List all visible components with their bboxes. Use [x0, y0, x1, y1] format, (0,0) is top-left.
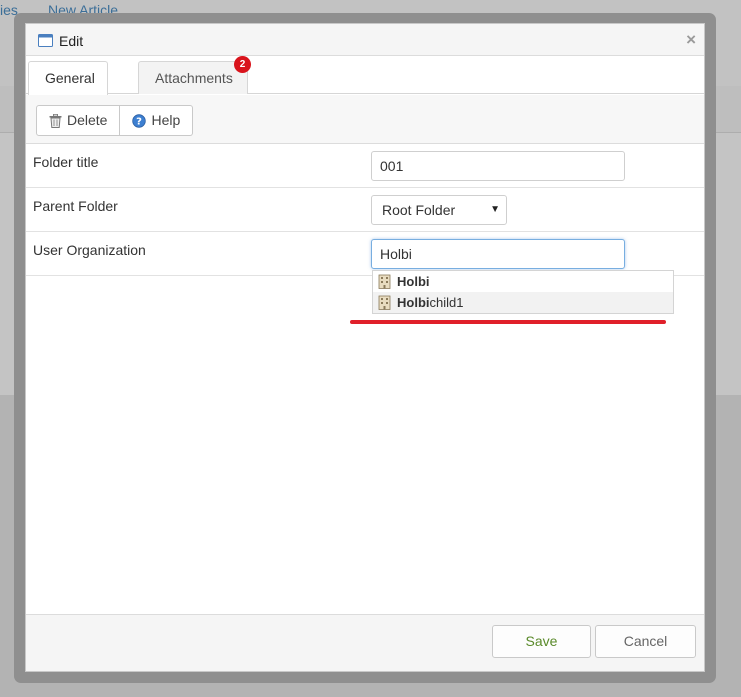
edit-dialog: Edit × General Attachments 2 Delete ? He… — [25, 23, 705, 672]
delete-button[interactable]: Delete — [36, 105, 121, 136]
user-organization-label: User Organization — [33, 242, 146, 258]
folder-title-input[interactable]: 001 — [371, 151, 625, 181]
building-icon — [378, 274, 391, 289]
window-icon — [38, 34, 53, 47]
svg-text:?: ? — [137, 116, 143, 127]
annotation-underline — [350, 320, 666, 324]
tab-general[interactable]: General — [28, 61, 108, 95]
autocomplete-option-match: Holbi — [397, 274, 430, 289]
close-icon[interactable]: × — [686, 30, 696, 50]
help-button-label: Help — [151, 112, 181, 128]
autocomplete-option[interactable]: Holbi — [373, 271, 673, 292]
building-icon — [378, 295, 391, 310]
trash-icon — [49, 113, 62, 128]
autocomplete-dropdown: Holbi Holbi child1 — [372, 270, 674, 314]
user-organization-input[interactable]: Holbi — [371, 239, 625, 269]
toolbar-button-group: Delete ? Help — [36, 105, 194, 136]
parent-folder-selected-value: Root Folder — [382, 202, 456, 218]
cancel-button[interactable]: Cancel — [595, 625, 696, 658]
dialog-footer: Save Cancel — [26, 614, 704, 671]
tab-attachments-label: Attachments — [155, 70, 233, 86]
help-icon: ? — [132, 113, 147, 128]
dialog-title: Edit — [59, 33, 84, 49]
dialog-titlebar: Edit × — [26, 24, 704, 56]
tab-attachments[interactable]: Attachments 2 — [138, 56, 251, 94]
folder-title-row: Folder title 001 — [26, 144, 704, 188]
dialog-toolbar: Delete ? Help — [26, 95, 704, 144]
attachments-count-badge: 2 — [234, 56, 251, 73]
delete-button-label: Delete — [67, 112, 108, 128]
caret-down-icon: ▼ — [490, 204, 500, 215]
folder-title-label: Folder title — [33, 154, 99, 170]
autocomplete-option-rest: child1 — [429, 295, 464, 310]
autocomplete-option[interactable]: Holbi child1 — [373, 292, 673, 313]
tab-general-label: General — [45, 70, 95, 86]
parent-folder-row: Parent Folder Root Folder ▼ — [26, 188, 704, 232]
help-button[interactable]: ? Help — [120, 105, 194, 136]
save-button[interactable]: Save — [492, 625, 591, 658]
parent-folder-label: Parent Folder — [33, 198, 118, 214]
tab-strip: General Attachments 2 — [26, 56, 704, 95]
autocomplete-option-match: Holbi — [397, 295, 430, 310]
parent-folder-select[interactable]: Root Folder ▼ — [371, 195, 507, 225]
